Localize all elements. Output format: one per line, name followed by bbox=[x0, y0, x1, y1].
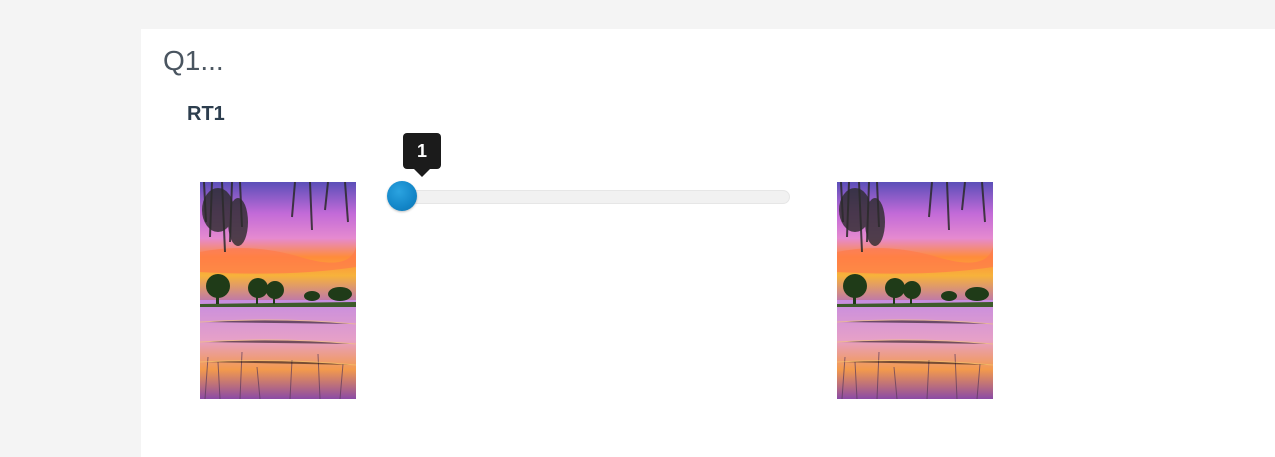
rating-slider-track[interactable] bbox=[390, 190, 790, 204]
row-label: RT1 bbox=[187, 103, 225, 125]
slider-value-tooltip: 1 bbox=[403, 133, 441, 169]
question-title: Q1... bbox=[163, 45, 224, 76]
sunset-lake-image bbox=[200, 182, 356, 399]
rating-slider-handle[interactable] bbox=[387, 181, 417, 211]
tooltip-arrow bbox=[414, 169, 430, 177]
sunset-lake-image bbox=[837, 182, 993, 399]
right-scene-image bbox=[837, 182, 993, 399]
left-scene-image bbox=[200, 182, 356, 399]
question-card: Q1... RT1 1 bbox=[141, 29, 1275, 457]
